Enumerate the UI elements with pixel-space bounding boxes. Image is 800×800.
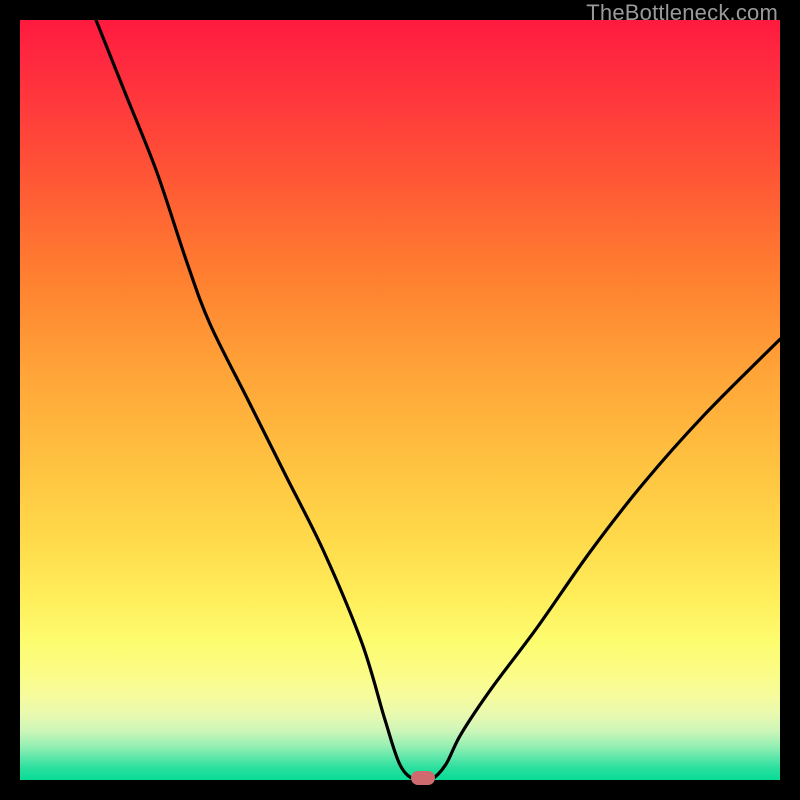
watermark-text: TheBottleneck.com	[586, 0, 778, 26]
chart-frame: TheBottleneck.com	[0, 0, 800, 800]
bottleneck-curve-path	[96, 20, 780, 782]
bottleneck-curve	[20, 20, 780, 780]
chart-plot-area	[20, 20, 780, 780]
optimum-marker	[411, 771, 435, 785]
